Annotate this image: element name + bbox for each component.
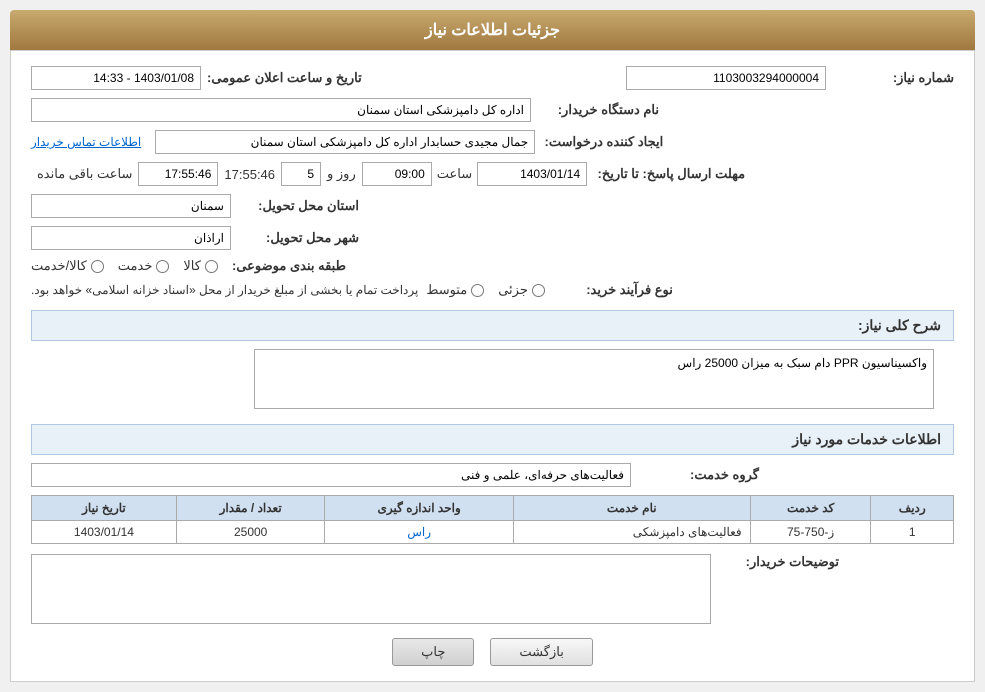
cell-tarikh: 1403/01/14 bbox=[32, 521, 177, 544]
cell-radif: 1 bbox=[871, 521, 954, 544]
tabaqe-radios: کالا خدمت کالا/خدمت bbox=[31, 258, 218, 274]
col-tedad: تعداد / مقدار bbox=[176, 496, 325, 521]
motovaset-radio[interactable] bbox=[471, 284, 484, 297]
cell-tedad: 25000 bbox=[176, 521, 325, 544]
cell-vahed: راس bbox=[325, 521, 513, 544]
jozei-radio[interactable] bbox=[532, 284, 545, 297]
baqi-label-text: ساعت باقی مانده bbox=[37, 166, 132, 182]
ijad-label: ایجاد کننده درخواست: bbox=[543, 134, 663, 150]
col-tarikh: تاریخ نیاز bbox=[32, 496, 177, 521]
shomara-input bbox=[626, 66, 826, 90]
kala-khedmat-radio-item: کالا/خدمت bbox=[31, 258, 104, 274]
mohlat-label: مهلت ارسال پاسخ: تا تاریخ: bbox=[595, 166, 745, 182]
khedmat-label: خدمت bbox=[118, 258, 153, 274]
kala-radio[interactable] bbox=[205, 260, 218, 273]
tosif-label: توضیحات خریدار: bbox=[719, 554, 839, 570]
ostan-row: استان محل تحویل: bbox=[31, 194, 954, 218]
jozei-radio-item: جزئی bbox=[498, 282, 545, 298]
button-row: بازگشت چاپ bbox=[31, 638, 954, 666]
tarikh-aalan-label: تاریخ و ساعت اعلان عمومی: bbox=[207, 70, 362, 86]
shahr-row: شهر محل تحویل: bbox=[31, 226, 954, 250]
farayand-radios: جزئی متوسط bbox=[426, 282, 545, 298]
saat-label-text: ساعت bbox=[437, 166, 472, 182]
grooh-row: گروه خدمت: bbox=[31, 463, 954, 487]
cell-kod: ز-750-75 bbox=[750, 521, 871, 544]
ettelaat-tamas-link[interactable]: اطلاعات تماس خریدار bbox=[31, 135, 141, 149]
khedmat-radio-item: خدمت bbox=[118, 258, 170, 274]
kala-radio-item: کالا bbox=[183, 258, 218, 274]
kala-khedmat-radio[interactable] bbox=[91, 260, 104, 273]
table-row: 1 ز-750-75 فعالیت‌های دامپزشکی راس 25000… bbox=[32, 521, 954, 544]
date-input bbox=[477, 162, 587, 186]
buyer-desc-row: توضیحات خریدار: bbox=[31, 554, 954, 624]
khedmat-radio[interactable] bbox=[156, 260, 169, 273]
page-title: جزئیات اطلاعات نیاز bbox=[10, 10, 975, 50]
kala-label: کالا bbox=[183, 258, 201, 274]
tarikh-aalan-input bbox=[31, 66, 201, 90]
notice-text: پرداخت تمام یا بخشی از مبلغ خریدار از مح… bbox=[31, 283, 418, 297]
col-radif: ردیف bbox=[871, 496, 954, 521]
shahr-input bbox=[31, 226, 231, 250]
col-vahed: واحد اندازه گیری bbox=[325, 496, 513, 521]
khadamat-section-header: اطلاعات خدمات مورد نیاز bbox=[31, 424, 954, 455]
tabaqe-row: طبقه بندی موضوعی: کالا خدمت کالا/خدمت bbox=[31, 258, 954, 274]
baqi-saat-input bbox=[138, 162, 218, 186]
ostan-input bbox=[31, 194, 231, 218]
saat-input bbox=[362, 162, 432, 186]
sharh-section-header: شرح کلی نیاز: bbox=[31, 310, 954, 341]
jozei-label: جزئی bbox=[498, 282, 528, 298]
namdastgah-label: نام دستگاه خریدار: bbox=[539, 102, 659, 118]
roz-input bbox=[281, 162, 321, 186]
baqi-saat-display: 17:55:46 bbox=[224, 167, 275, 182]
shomara-row: شماره نیاز: تاریخ و ساعت اعلان عمومی: bbox=[31, 66, 954, 90]
farayand-row: نوع فرآیند خرید: جزئی متوسط پرداخت تمام … bbox=[31, 282, 954, 298]
grooh-input bbox=[31, 463, 631, 487]
tabaqe-label: طبقه بندی موضوعی: bbox=[226, 258, 346, 274]
farayand-label: نوع فرآیند خرید: bbox=[553, 282, 673, 298]
ijad-input bbox=[155, 130, 535, 154]
col-nam: نام خدمت bbox=[513, 496, 750, 521]
services-table: ردیف کد خدمت نام خدمت واحد اندازه گیری ت… bbox=[31, 495, 954, 544]
motovaset-radio-item: متوسط bbox=[426, 282, 484, 298]
ijad-row: ایجاد کننده درخواست: اطلاعات تماس خریدار bbox=[31, 130, 954, 154]
tosif-textarea[interactable] bbox=[31, 554, 711, 624]
ostan-label: استان محل تحویل: bbox=[239, 198, 359, 214]
sharh-content-row: واکسیناسیون PPR دام سبک به میزان 25000 ر… bbox=[31, 349, 954, 412]
motovaset-label: متوسط bbox=[426, 282, 467, 298]
col-kod: کد خدمت bbox=[750, 496, 871, 521]
cell-nam: فعالیت‌های دامپزشکی bbox=[513, 521, 750, 544]
shomara-label: شماره نیاز: bbox=[834, 70, 954, 86]
back-button[interactable]: بازگشت bbox=[490, 638, 592, 666]
kala-khedmat-label: کالا/خدمت bbox=[31, 258, 87, 274]
sharh-textarea[interactable]: واکسیناسیون PPR دام سبک به میزان 25000 ر… bbox=[254, 349, 934, 409]
namdastgah-input bbox=[31, 98, 531, 122]
shahr-label: شهر محل تحویل: bbox=[239, 230, 359, 246]
namdastgah-row: نام دستگاه خریدار: bbox=[31, 98, 954, 122]
mohlat-row: مهلت ارسال پاسخ: تا تاریخ: ساعت روز و 17… bbox=[31, 162, 954, 186]
grooh-label: گروه خدمت: bbox=[639, 467, 759, 483]
print-button[interactable]: چاپ bbox=[392, 638, 474, 666]
roz-label-text: روز و bbox=[327, 166, 356, 182]
